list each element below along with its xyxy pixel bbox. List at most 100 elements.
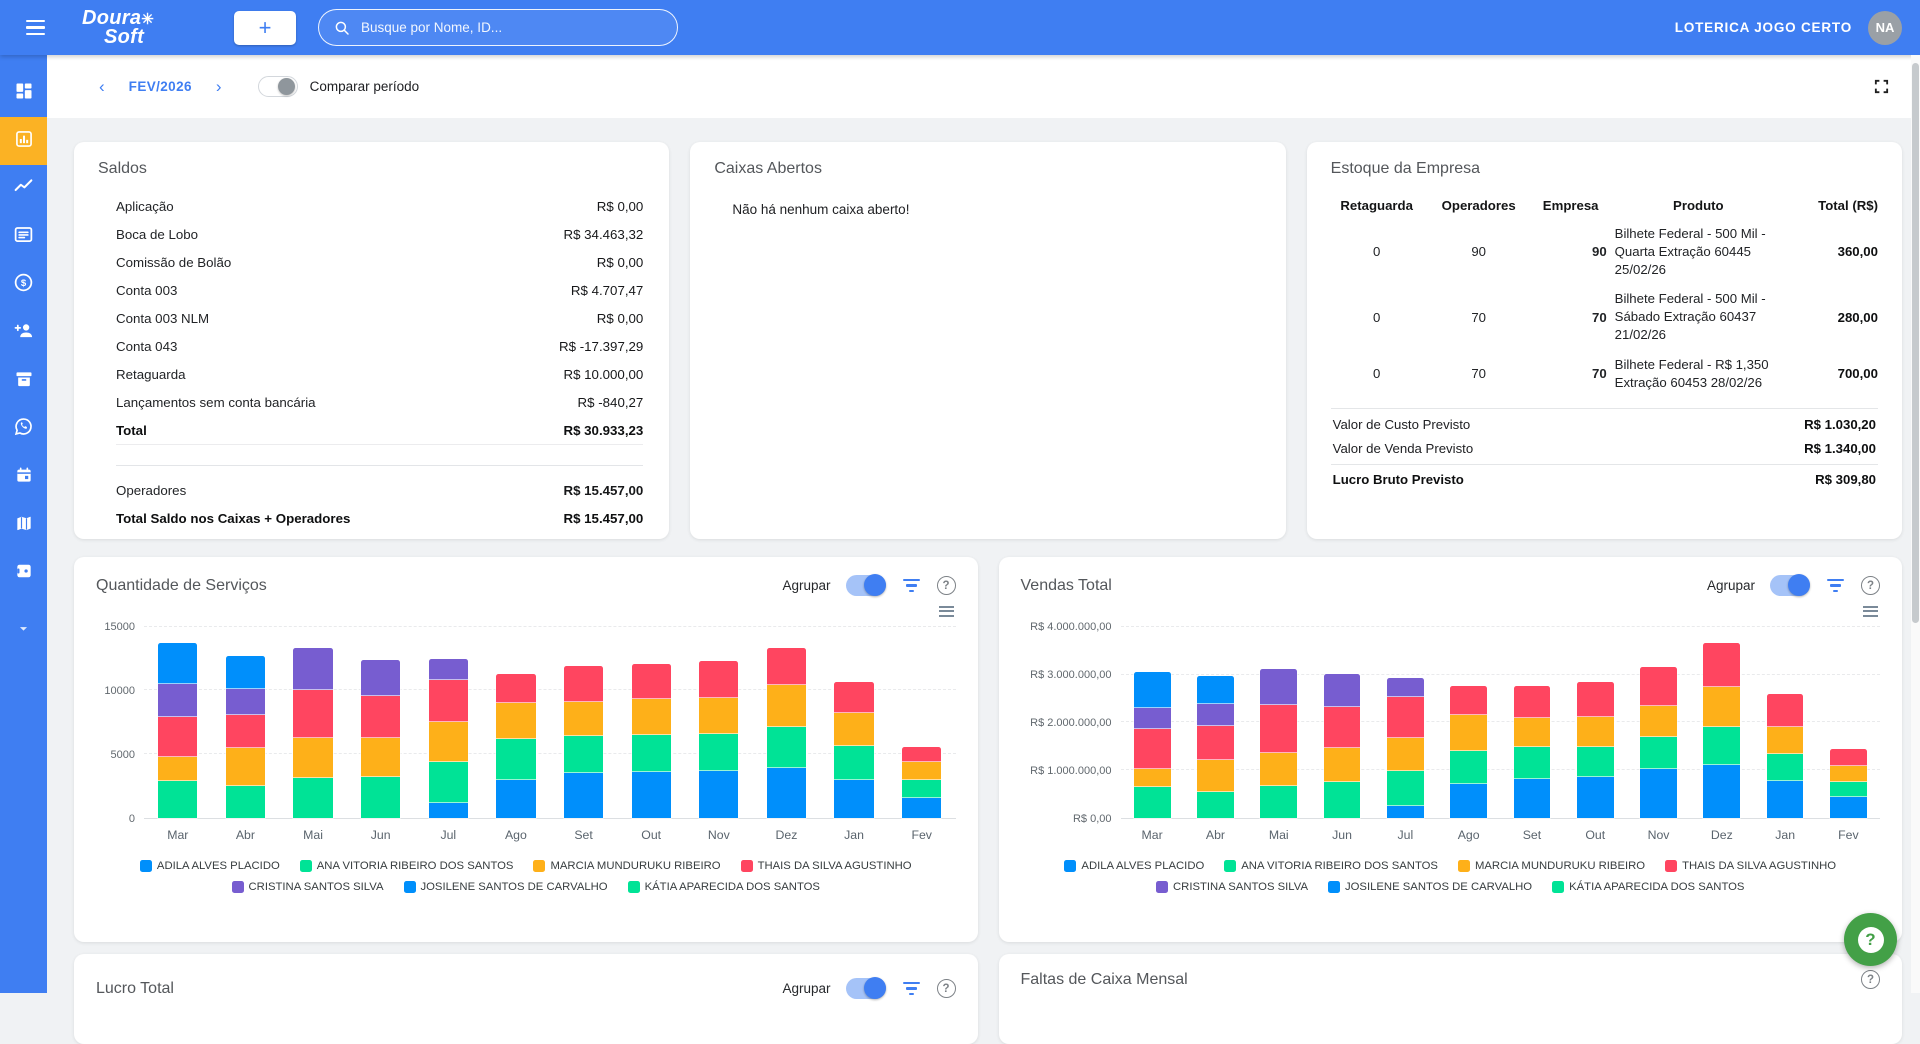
- legend-item[interactable]: ADILA ALVES PLACIDO: [140, 860, 280, 872]
- sidebar-item-reports[interactable]: [0, 117, 47, 165]
- fullscreen-icon[interactable]: [1873, 78, 1890, 95]
- sidebar-item-performance[interactable]: [0, 165, 47, 213]
- bar-segment: [632, 664, 671, 700]
- chart-menu-icon[interactable]: [1863, 606, 1878, 617]
- stacked-bar-Jan: [1767, 627, 1804, 818]
- bar-segment: [1514, 779, 1551, 818]
- sidebar-item-finance[interactable]: $: [0, 261, 47, 309]
- search-input[interactable]: [359, 19, 663, 36]
- legend-color-swatch: [300, 860, 312, 872]
- period-label[interactable]: FEV/2026: [129, 79, 192, 94]
- legend-item[interactable]: MARCIA MUNDURUKU RIBEIRO: [533, 860, 720, 872]
- next-period-button[interactable]: ›: [206, 73, 232, 101]
- legend-item[interactable]: KÁTIA APARECIDA DOS SANTOS: [1552, 881, 1744, 893]
- bar-slot-Jan: [820, 627, 888, 818]
- legend-color-swatch: [533, 860, 545, 872]
- bar-segment: [1514, 718, 1551, 747]
- bar-slot-Mar: [1121, 627, 1184, 818]
- line-chart-icon: [13, 176, 34, 202]
- legend-item[interactable]: ANA VITORIA RIBEIRO DOS SANTOS: [300, 860, 514, 872]
- bar-segment: [1134, 787, 1171, 818]
- legend-color-swatch: [1552, 881, 1564, 893]
- sidebar-expand-button[interactable]: [0, 607, 47, 655]
- legend-series-name: JOSILENE SANTOS DE CARVALHO: [1345, 881, 1532, 893]
- saldo-label: Operadores: [116, 483, 186, 498]
- bar-segment: [1260, 705, 1297, 753]
- legend-item[interactable]: THAIS DA SILVA AGUSTINHO: [1665, 860, 1836, 872]
- stacked-bar-Out: [632, 627, 671, 818]
- bar-segment: [429, 680, 468, 722]
- bar-slot-Fev: [1817, 627, 1880, 818]
- bar-segment: [1577, 717, 1614, 747]
- chart-y-axis: 050001000015000: [94, 627, 144, 819]
- bar-segment: [902, 747, 941, 763]
- chart-title: Lucro Total: [96, 980, 174, 998]
- x-axis-labels: MarAbrMaiJunJulAgoSetOutNovDezJanFev: [144, 828, 956, 842]
- avatar[interactable]: NA: [1868, 11, 1902, 45]
- legend-item[interactable]: JOSILENE SANTOS DE CARVALHO: [404, 881, 608, 893]
- bar-segment: [293, 738, 332, 779]
- scrollbar-thumb[interactable]: [1912, 63, 1919, 623]
- legend-item[interactable]: ANA VITORIA RIBEIRO DOS SANTOS: [1224, 860, 1438, 872]
- add-button[interactable]: +: [234, 11, 296, 45]
- legend-item[interactable]: MARCIA MUNDURUKU RIBEIRO: [1458, 860, 1645, 872]
- saldo-value: R$ 0,00: [597, 311, 644, 326]
- filter-icon[interactable]: [1825, 577, 1846, 594]
- bar-segment: [1830, 766, 1867, 782]
- x-axis-label: Jun: [1310, 828, 1373, 842]
- saldo-label: Conta 003 NLM: [116, 311, 209, 326]
- summary-value: R$ 309,80: [1815, 472, 1876, 487]
- bar-segment: [158, 643, 197, 684]
- bar-slot-Abr: [1184, 627, 1247, 818]
- bar-segment: [1767, 754, 1804, 781]
- sidebar-item-wallet[interactable]: [0, 549, 47, 597]
- estoque-summary-row: Valor de Custo PrevistoR$ 1.030,20: [1331, 413, 1878, 437]
- legend-item[interactable]: CRISTINA SANTOS SILVA: [1156, 881, 1308, 893]
- sidebar-item-map[interactable]: [0, 501, 47, 549]
- saldo-label: Aplicação: [116, 199, 174, 214]
- legend-item[interactable]: KÁTIA APARECIDA DOS SANTOS: [628, 881, 820, 893]
- help-icon[interactable]: ?: [937, 979, 956, 998]
- vendas-total-chart-card: Vendas Total Agrupar ? R$ 0,00R$ 1.000.0…: [999, 557, 1903, 942]
- filter-icon[interactable]: [901, 577, 922, 594]
- legend-item[interactable]: JOSILENE SANTOS DE CARVALHO: [1328, 881, 1532, 893]
- agrupar-toggle[interactable]: [846, 978, 886, 999]
- legend-item[interactable]: ADILA ALVES PLACIDO: [1064, 860, 1204, 872]
- stacked-bar-Nov: [1640, 627, 1677, 818]
- agrupar-toggle[interactable]: [846, 575, 886, 596]
- bar-segment: [834, 780, 873, 818]
- bar-segment: [1640, 737, 1677, 769]
- support-help-button[interactable]: ?: [1844, 913, 1897, 966]
- legend-item[interactable]: CRISTINA SANTOS SILVA: [232, 881, 384, 893]
- legend-color-swatch: [1665, 860, 1677, 872]
- lucro-total-chart-card: Lucro Total Agrupar ?: [74, 954, 978, 1044]
- sidebar-item-calendar[interactable]: [0, 453, 47, 501]
- sidebar-item-dashboard[interactable]: [0, 69, 47, 117]
- bar-segment: [1260, 786, 1297, 818]
- help-icon[interactable]: ?: [937, 576, 956, 595]
- saldo-row: AplicaçãoR$ 0,00: [116, 192, 643, 220]
- sidebar-item-records[interactable]: [0, 213, 47, 261]
- sidebar-item-inventory[interactable]: [0, 357, 47, 405]
- agrupar-toggle[interactable]: [1770, 575, 1810, 596]
- bar-segment: [496, 703, 535, 739]
- previous-period-button[interactable]: ‹: [89, 73, 115, 101]
- chart-menu-icon[interactable]: [939, 606, 954, 617]
- sidebar-item-add-person[interactable]: [0, 309, 47, 357]
- filter-icon[interactable]: [901, 980, 922, 997]
- estoque-total: 280,00: [1790, 310, 1878, 325]
- bar-segment: [1134, 672, 1171, 708]
- search-bar[interactable]: [318, 9, 678, 46]
- menu-icon[interactable]: [12, 20, 58, 35]
- legend-item[interactable]: THAIS DA SILVA AGUSTINHO: [741, 860, 912, 872]
- estoque-total: 700,00: [1790, 366, 1878, 381]
- bar-segment: [361, 738, 400, 777]
- sidebar-item-whatsapp[interactable]: [0, 405, 47, 453]
- saldo-row: Conta 003R$ 4.707,47: [116, 276, 643, 304]
- help-icon[interactable]: ?: [1861, 576, 1880, 595]
- help-icon[interactable]: ?: [1861, 970, 1880, 989]
- compare-period-toggle[interactable]: [258, 76, 298, 97]
- chevron-down-icon: [15, 620, 32, 642]
- card-title: Faltas de Caixa Mensal: [1021, 971, 1188, 989]
- main-area: ‹ FEV/2026 › Comparar período Saldos Apl…: [47, 55, 1920, 1044]
